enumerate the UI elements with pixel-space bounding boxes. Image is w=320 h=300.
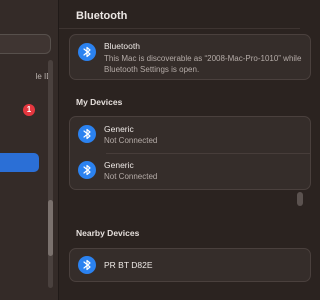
- bluetooth-subtitle-line1: This Mac is discoverable as “2008-Mac-Pr…: [104, 54, 302, 63]
- bluetooth-icon: [78, 43, 96, 61]
- device-row[interactable]: Generic Not Connected: [70, 153, 310, 189]
- bluetooth-card: Bluetooth This Mac is discoverable as “2…: [69, 34, 311, 80]
- device-name: Generic: [104, 124, 134, 134]
- sidebar-apple-id-label[interactable]: le ID: [0, 72, 52, 81]
- device-row[interactable]: Generic Not Connected: [70, 117, 310, 153]
- title-divider: [59, 28, 300, 29]
- bluetooth-subtitle-line2: Bluetooth Settings is open.: [104, 65, 200, 74]
- bluetooth-title: Bluetooth: [104, 41, 140, 51]
- my-devices-heading: My Devices: [76, 97, 123, 107]
- device-name: Generic: [104, 160, 134, 170]
- main-scrollbar-thumb[interactable]: [297, 192, 303, 206]
- nearby-devices-card: PR BT D82E: [69, 248, 311, 282]
- bluetooth-row[interactable]: Bluetooth This Mac is discoverable as “2…: [70, 35, 310, 79]
- bluetooth-icon: [78, 161, 96, 179]
- device-status: Not Connected: [104, 136, 158, 145]
- device-row[interactable]: PR BT D82E: [70, 249, 310, 281]
- my-devices-card: Generic Not Connected Generic Not Connec…: [69, 116, 311, 190]
- sidebar: le ID 1: [0, 0, 59, 300]
- main-panel: Bluetooth Bluetooth This Mac is discover…: [59, 0, 311, 300]
- device-name: PR BT D82E: [104, 260, 153, 270]
- sidebar-search-field[interactable]: [0, 34, 51, 54]
- nearby-devices-heading: Nearby Devices: [76, 228, 140, 238]
- sidebar-item-selected[interactable]: [0, 153, 39, 172]
- page-title: Bluetooth: [76, 10, 128, 22]
- sidebar-scrollbar-thumb[interactable]: [48, 200, 53, 256]
- notification-badge: 1: [23, 104, 35, 116]
- bluetooth-icon: [78, 125, 96, 143]
- device-status: Not Connected: [104, 172, 158, 181]
- bluetooth-icon: [78, 256, 96, 274]
